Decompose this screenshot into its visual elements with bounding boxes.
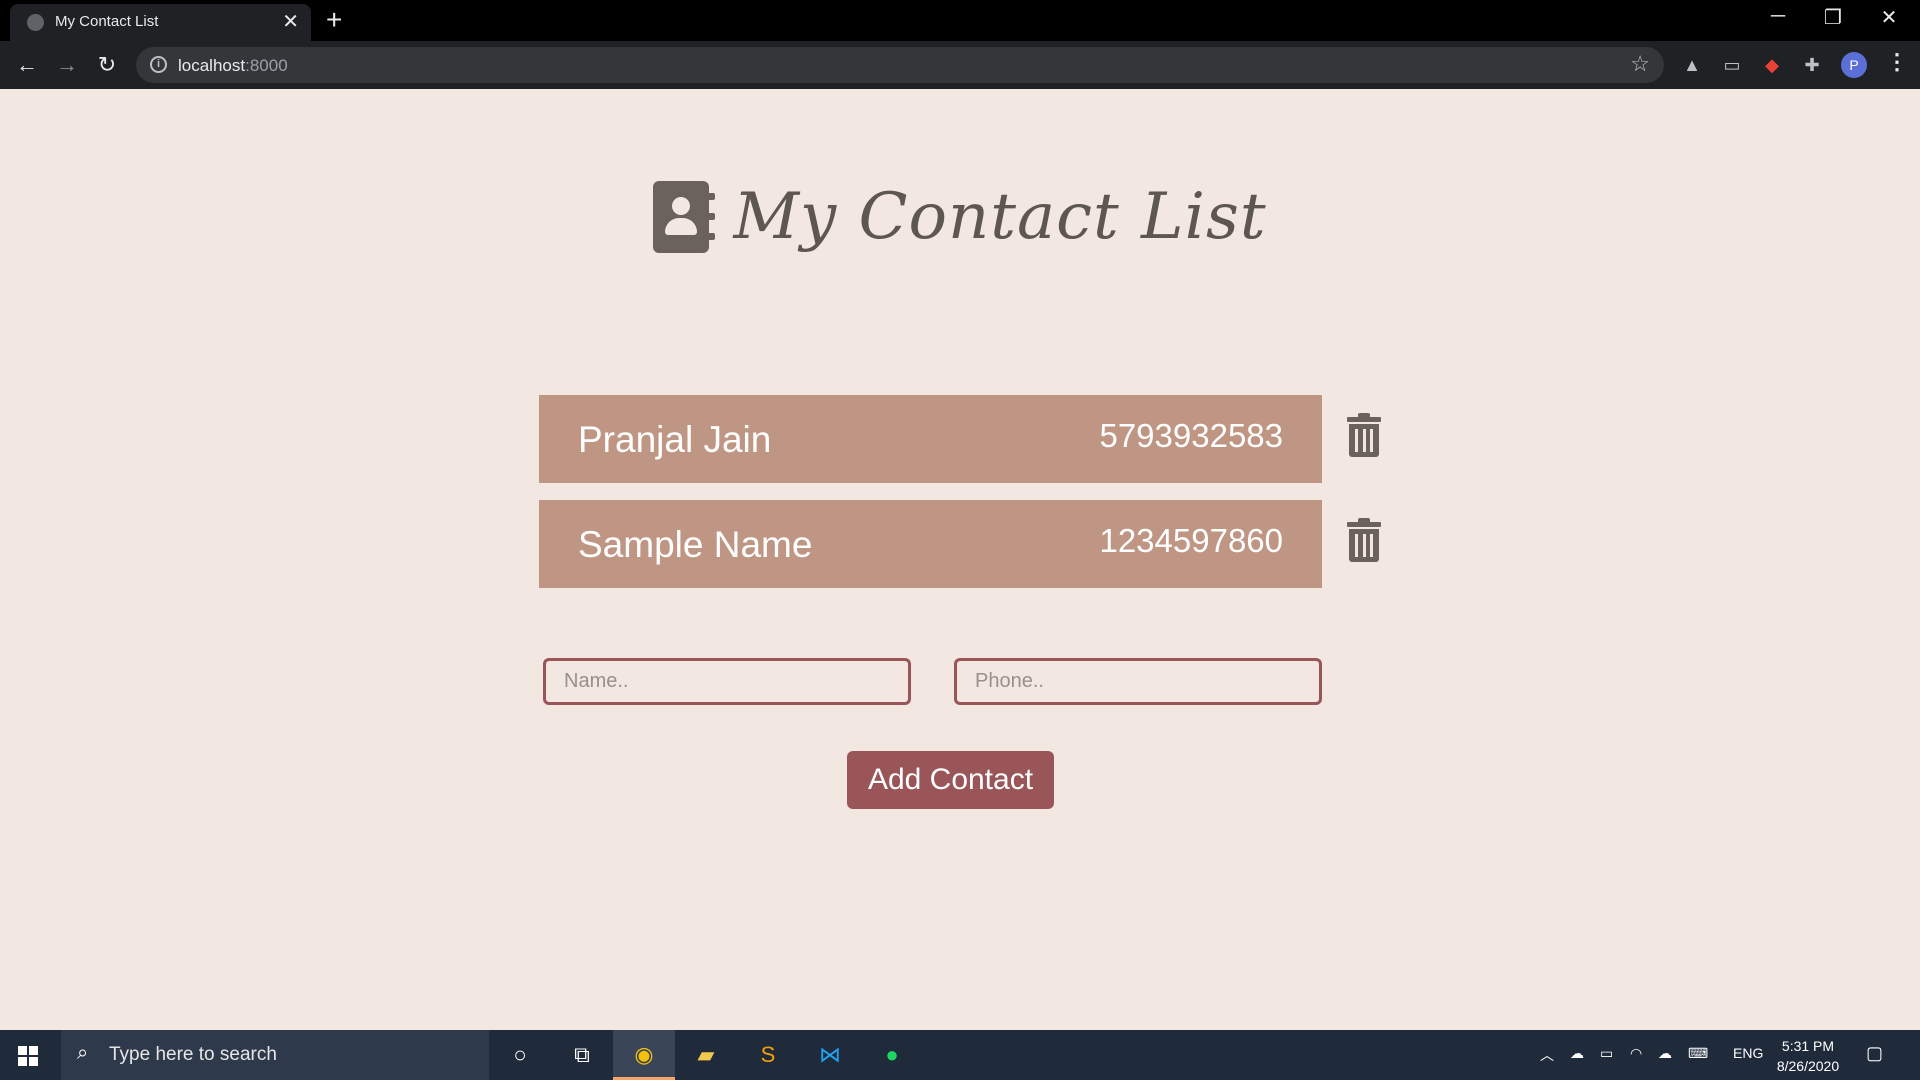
cloud-upload-icon[interactable]: ☁ (1658, 1045, 1672, 1062)
language-indicator[interactable]: ENG (1733, 1045, 1763, 1061)
contact-card: Pranjal Jain 5793932583 (539, 395, 1322, 483)
phone-input[interactable] (954, 658, 1322, 705)
show-hidden-icons-chevron-icon[interactable]: ︿ (1540, 1045, 1554, 1065)
trash-icon[interactable] (1347, 518, 1381, 562)
keyboard-icon[interactable]: ⌨ (1688, 1045, 1708, 1062)
taskbar-clock[interactable]: 5:31 PM 8/26/2020 (1770, 1036, 1846, 1076)
menu-kebab-icon[interactable]: ⋮ (1886, 49, 1908, 75)
clock-date: 8/26/2020 (1776, 1058, 1840, 1074)
notifications-icon[interactable]: ▢ (1866, 1043, 1883, 1064)
extensions-puzzle-icon[interactable]: ✚ (1800, 53, 1824, 77)
address-book-icon (653, 181, 716, 253)
profile-avatar[interactable]: P (1841, 52, 1867, 78)
tab-title: My Contact List (55, 13, 159, 30)
sublime-text-icon[interactable]: S (737, 1030, 799, 1080)
forward-arrow-icon[interactable]: → (51, 49, 83, 81)
info-icon[interactable]: i (150, 56, 167, 73)
taskbar-search[interactable]: ⌕ Type here to search (61, 1030, 489, 1080)
taskbar-search-placeholder: Type here to search (109, 1044, 277, 1065)
contact-phone: 5793932583 (1099, 417, 1283, 454)
taskbar: ⌕ Type here to search ○ ⧉ ◉ ▰ S ⋈ ● ︿ ☁ … (0, 1030, 1920, 1080)
url-text: localhost:8000 (178, 56, 288, 76)
restore-button[interactable]: ❐ (1810, 5, 1856, 30)
add-contact-button[interactable]: Add Contact (847, 751, 1054, 809)
vscode-icon[interactable]: ⋈ (799, 1030, 861, 1080)
page-header: My Contact List (0, 180, 1920, 280)
browser-toolbar: ← → ↻ i localhost:8000 ☆ ▲ ▭ ◆ ✚ P ⋮ (0, 41, 1920, 89)
contact-card: Sample Name 1234597860 (539, 500, 1322, 588)
url-host: localhost (178, 56, 246, 75)
contact-list: Pranjal Jain 5793932583 Sample Name 1234… (539, 395, 1381, 605)
contact-row: Sample Name 1234597860 (539, 500, 1381, 588)
spotify-icon[interactable]: ● (861, 1030, 923, 1080)
browser-titlebar: My Contact List ✕ + ─ ❐ ✕ (0, 0, 1920, 41)
contact-name: Sample Name (578, 524, 813, 565)
wifi-icon[interactable]: ◠ (1630, 1045, 1642, 1062)
trash-icon[interactable] (1347, 413, 1381, 457)
address-bar[interactable]: i localhost:8000 ☆ (136, 47, 1664, 83)
clock-time: 5:31 PM (1781, 1038, 1835, 1054)
cast-extension-icon[interactable]: ▭ (1720, 53, 1744, 77)
contact-name: Pranjal Jain (578, 419, 772, 460)
tab-close-icon[interactable]: ✕ (282, 9, 299, 34)
search-icon: ⌕ (77, 1042, 89, 1064)
file-explorer-icon[interactable]: ▰ (675, 1030, 737, 1080)
reload-icon[interactable]: ↻ (91, 49, 123, 81)
drive-extension-icon[interactable]: ▲ (1680, 53, 1704, 77)
contact-phone: 1234597860 (1099, 522, 1283, 559)
minimize-button[interactable]: ─ (1755, 5, 1801, 28)
chrome-taskbar-icon[interactable]: ◉ (613, 1030, 675, 1080)
page-title: My Contact List (733, 180, 1267, 254)
browser-tab[interactable]: My Contact List ✕ (10, 4, 311, 41)
task-view-icon[interactable]: ⧉ (551, 1030, 613, 1080)
url-port: :8000 (245, 56, 288, 75)
bookmark-star-icon[interactable]: ☆ (1630, 51, 1650, 77)
cortana-icon[interactable]: ○ (489, 1030, 551, 1080)
onedrive-cloud-icon[interactable]: ☁ (1570, 1045, 1584, 1062)
close-window-button[interactable]: ✕ (1866, 5, 1912, 30)
back-arrow-icon[interactable]: ← (11, 49, 43, 81)
contact-row: Pranjal Jain 5793932583 (539, 395, 1381, 483)
color-picker-extension-icon[interactable]: ◆ (1760, 53, 1784, 77)
new-tab-button[interactable]: + (326, 4, 342, 36)
battery-icon[interactable]: ▭ (1600, 1045, 1613, 1062)
globe-icon (27, 14, 44, 31)
name-input[interactable] (543, 658, 911, 705)
windows-start-icon[interactable] (18, 1046, 38, 1066)
